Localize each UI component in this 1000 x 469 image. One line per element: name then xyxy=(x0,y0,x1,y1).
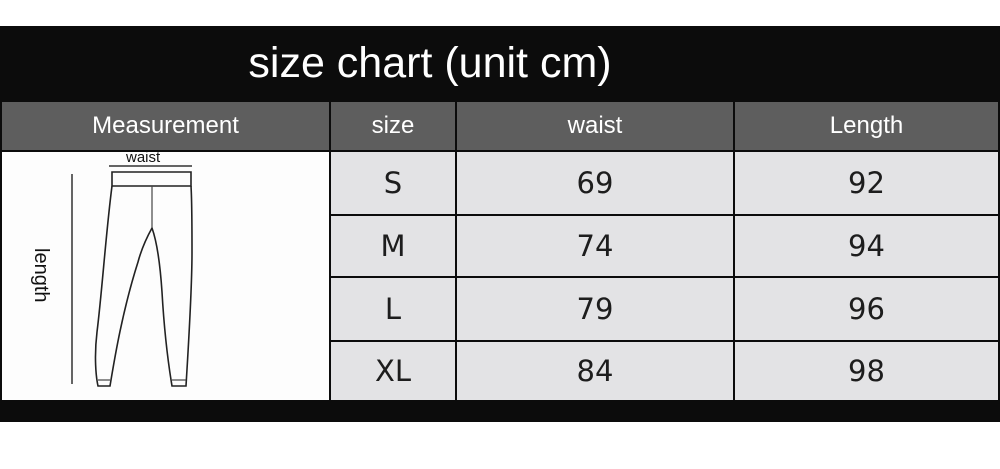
waist-label: waist xyxy=(126,149,161,166)
pants-illustration: waist length xyxy=(2,149,329,400)
row-waist: 79 xyxy=(457,278,733,340)
waistband xyxy=(111,171,192,187)
row-waist: 74 xyxy=(457,216,733,276)
header-waist: waist xyxy=(457,102,733,150)
chart-title: size chart (unit cm) xyxy=(248,39,612,87)
leggings-outline xyxy=(94,185,193,387)
row-waist: 69 xyxy=(457,152,733,214)
row-size: L xyxy=(331,278,455,340)
row-length: 96 xyxy=(735,278,998,340)
header-measurement: Measurement xyxy=(2,102,329,150)
row-size: M xyxy=(331,216,455,276)
row-length: 94 xyxy=(735,216,998,276)
length-label: length xyxy=(30,248,52,303)
row-size: S xyxy=(331,152,455,214)
row-length: 92 xyxy=(735,152,998,214)
row-waist: 84 xyxy=(457,342,733,400)
row-size: XL xyxy=(331,342,455,400)
header-length: Length xyxy=(735,102,998,150)
header-size: size xyxy=(331,102,455,150)
row-length: 98 xyxy=(735,342,998,400)
